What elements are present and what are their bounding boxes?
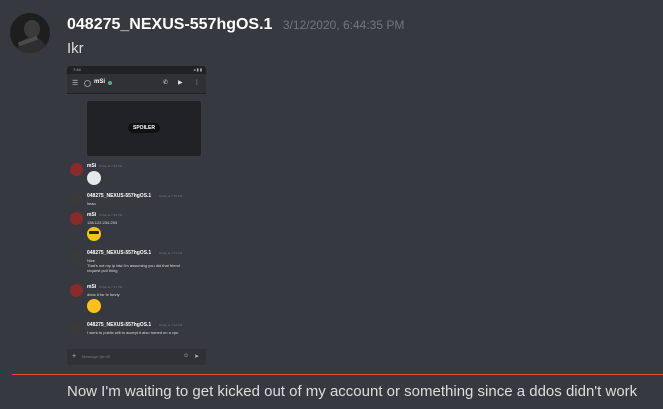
user-avatar bbox=[70, 193, 83, 206]
chat-text: ddos it for le funny bbox=[87, 292, 120, 297]
chat-text: 138.122.234.253 bbox=[87, 220, 118, 225]
chat-username: mSi bbox=[87, 284, 97, 290]
chat-username: 048275_NEXUS-557hgOS.1 bbox=[87, 322, 152, 328]
new-messages-divider bbox=[12, 374, 663, 375]
message-text: Ikr bbox=[67, 40, 84, 57]
chat-username: mSi bbox=[87, 163, 97, 169]
message-header: 048275_NEXUS-557hgOS.1 3/12/2020, 6:44:3… bbox=[67, 16, 404, 34]
message-input-placeholder: Message @mSi bbox=[82, 354, 111, 359]
chat-timestamp: Today at 7:41 PM bbox=[159, 251, 183, 255]
user-avatar bbox=[70, 322, 83, 335]
user-avatar bbox=[70, 212, 83, 225]
phone-status-bar: 7:44 ◂ ▮ ▮ bbox=[67, 66, 206, 74]
chat-timestamp: Today at 7:40 PM bbox=[99, 213, 123, 217]
chat-username: mSi bbox=[87, 212, 97, 218]
send-icon: ➤ bbox=[194, 354, 200, 360]
user-avatar bbox=[70, 250, 83, 263]
chat-timestamp: Today at 7:38 PM bbox=[99, 164, 123, 168]
chat-text: I went to public wifi to accept it also … bbox=[87, 330, 179, 335]
troll-emoji-icon bbox=[87, 171, 101, 185]
timestamp[interactable]: 3/12/2020, 6:44:35 PM bbox=[283, 18, 404, 32]
chat-username: 048275_NEXUS-557hgOS.1 bbox=[87, 250, 152, 256]
more-options-icon: ⋮ bbox=[194, 80, 200, 86]
at-icon bbox=[84, 80, 91, 87]
phone-call-icon: ✆ bbox=[163, 80, 169, 86]
username[interactable]: 048275_NEXUS-557hgOS.1 bbox=[67, 16, 272, 33]
chat-text: lmao bbox=[87, 201, 96, 206]
message-text: Now I'm waiting to get kicked out of my … bbox=[67, 383, 638, 400]
chat-timestamp: Today at 7:41 PM bbox=[99, 285, 123, 289]
chat-text: request pull thing bbox=[87, 268, 118, 273]
status-time: 7:44 bbox=[73, 67, 81, 72]
chat-timestamp: Today at 7:42 PM bbox=[159, 323, 183, 327]
chat-username: 048275_NEXUS-557hgOS.1 bbox=[87, 193, 152, 199]
chat-timestamp: Today at 7:39 PM bbox=[159, 194, 183, 198]
image-attachment[interactable]: 7:44 ◂ ▮ ▮ ☰ mSi ✆ ▶ ⋮ SPOILER mSi Today… bbox=[67, 66, 206, 365]
sunglasses-emoji-icon bbox=[87, 227, 101, 241]
spoiler-image: SPOILER bbox=[87, 101, 201, 156]
plus-icon: + bbox=[72, 353, 77, 360]
status-icons: ◂ ▮ ▮ bbox=[193, 67, 202, 72]
relieved-emoji-icon bbox=[87, 299, 101, 313]
avatar-image bbox=[10, 13, 50, 53]
video-call-icon: ▶ bbox=[178, 80, 183, 86]
user-avatar[interactable] bbox=[10, 13, 50, 53]
user-avatar bbox=[70, 284, 83, 297]
emoji-icon: ☺ bbox=[183, 353, 190, 359]
online-status-icon bbox=[108, 81, 112, 85]
menu-icon: ☰ bbox=[72, 80, 79, 87]
user-avatar bbox=[70, 163, 83, 176]
spoiler-label: SPOILER bbox=[128, 123, 160, 133]
dm-channel-name: mSi bbox=[94, 79, 106, 85]
message-input-bar: + Message @mSi ☺ ➤ bbox=[67, 349, 206, 365]
dm-header: ☰ mSi ✆ ▶ ⋮ bbox=[67, 74, 206, 94]
